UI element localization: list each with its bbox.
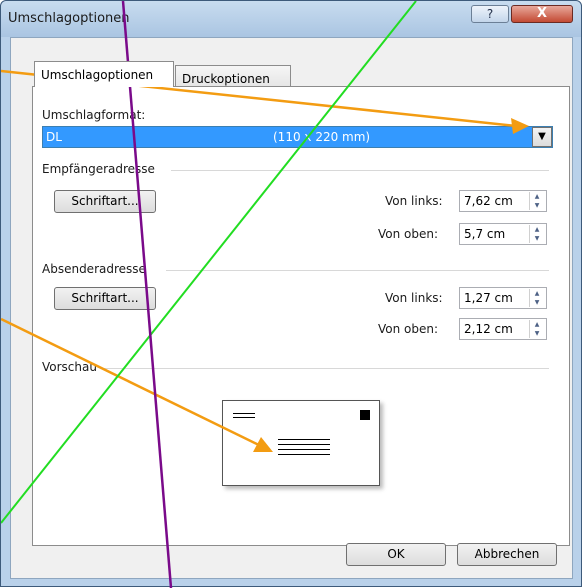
arrow-head-icon [511, 118, 529, 134]
annotation-arrow-line [1, 317, 264, 449]
annotation-overlay [1, 1, 529, 588]
tab-umschlagoptionen[interactable]: Umschlagoptionen [34, 61, 174, 87]
dialog-window: Umschlagoptionen ? X Umschlagoptionen Dr… [0, 0, 582, 588]
